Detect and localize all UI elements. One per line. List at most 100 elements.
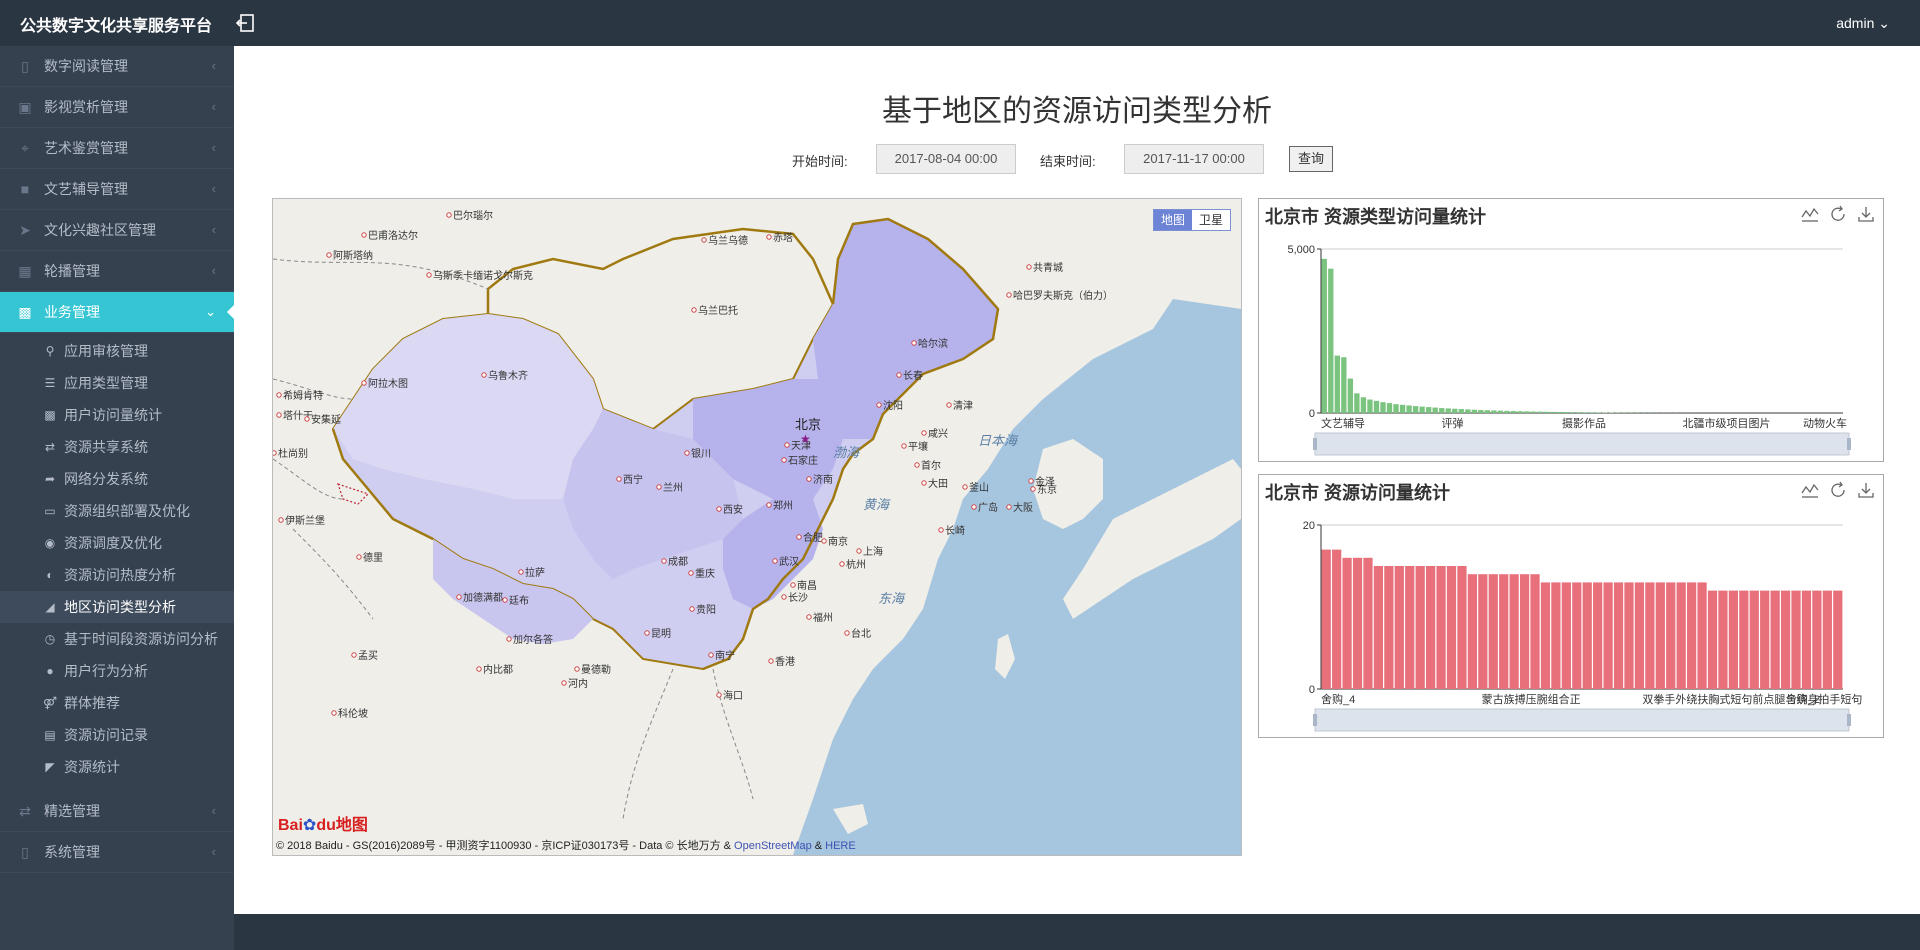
chart-bar[interactable] [1360,397,1367,413]
submenu-item[interactable]: ▩ 用户访问量统计 [0,399,234,431]
chart-bar[interactable] [1697,582,1707,689]
chart-bar[interactable] [1676,582,1686,689]
chart-bar[interactable] [1833,590,1843,689]
chart-bar[interactable] [1465,409,1471,413]
chart-bar[interactable] [1488,574,1498,689]
zoom-handle-right[interactable] [1847,438,1851,450]
chart-bar[interactable] [1655,582,1665,689]
chart-bar[interactable] [1458,409,1464,413]
chart-bar[interactable] [1801,590,1812,689]
user-menu[interactable]: admin ⌄ [1836,15,1890,32]
chart-bar[interactable] [1419,406,1425,413]
chart-bar[interactable] [1569,412,1575,413]
refresh-icon[interactable] [1829,481,1847,499]
sidebar-item-film[interactable]: ▣ 影视赏析管理 ‹ [0,87,234,128]
chart-bar[interactable] [1497,410,1504,413]
chart-bar[interactable] [1602,412,1608,413]
chart-bar[interactable] [1582,582,1592,689]
submenu-item[interactable]: ▭ 资源组织部署及优化 [0,495,234,527]
chart-bar[interactable] [1561,582,1571,689]
resource-access-bar-chart[interactable]: 0 20 舍购_4 蒙古族搏压腕组合正 双拳手外绕扶胸式短句前点腿与绕身拍手短句舍购_2 [1259,475,1883,737]
chart-bar[interactable] [1471,409,1477,413]
chart-bar[interactable] [1363,557,1373,689]
submenu-item[interactable]: ➦ 网络分发系统 [0,463,234,495]
chart-bar[interactable] [1624,582,1634,689]
chart-bar[interactable] [1405,566,1415,689]
chart-bar[interactable] [1780,590,1791,689]
sidebar-item-digital-reading[interactable]: ▯ 数字阅读管理 ‹ [0,46,234,87]
chart-bar[interactable] [1452,408,1458,413]
chart-bar[interactable] [1426,566,1436,689]
zoom-handle-right[interactable] [1847,714,1851,726]
chart-bar[interactable] [1334,355,1340,413]
chart-bar[interactable] [1491,410,1497,413]
chart-bar[interactable] [1589,412,1595,413]
chart-bar[interactable] [1484,410,1491,413]
chart-bar[interactable] [1530,411,1536,413]
sidebar-item-business[interactable]: ▩ 业务管理 ⌄ [0,292,235,333]
submenu-item[interactable]: ◐ 资源访问热度分析 [0,559,234,591]
chart-bar[interactable] [1739,590,1749,689]
chart-bar[interactable] [1549,411,1556,413]
sidebar-item-system[interactable]: ▯ 系统管理 ‹ [0,832,234,873]
chart-bar[interactable] [1432,407,1438,413]
here-link[interactable]: HERE [825,840,856,852]
chart-bar[interactable] [1478,409,1484,413]
chart-bar[interactable] [1523,411,1530,413]
submenu-item[interactable]: ◤ 资源统计 [0,751,234,783]
chart-bar[interactable] [1439,408,1445,413]
chart-bar[interactable] [1354,393,1360,413]
download-icon[interactable] [1857,481,1875,499]
chart-bar[interactable] [1332,549,1342,689]
submenu-item[interactable]: ● 用户行为分析 [0,655,234,687]
chart-bar[interactable] [1760,590,1770,689]
chart-bar[interactable] [1718,590,1728,689]
zoom-handle-left[interactable] [1313,714,1317,726]
chart-bar[interactable] [1543,411,1549,413]
chart-bar[interactable] [1509,574,1519,689]
chart-bar[interactable] [1749,590,1759,689]
sidebar-item-featured[interactable]: ⇄ 精选管理 ‹ [0,791,234,832]
chart-bar[interactable] [1822,590,1832,689]
chart-bar[interactable] [1457,566,1467,689]
chart-bar[interactable] [1530,574,1540,689]
chart-bar[interactable] [1347,378,1354,413]
chart-bar[interactable] [1603,582,1613,689]
chart-bar[interactable] [1728,590,1738,689]
satellite-mode-button[interactable]: 卫星 [1192,210,1230,230]
chart-bar[interactable] [1328,268,1334,413]
chart-bar[interactable] [1707,590,1718,689]
chart-bar[interactable] [1504,410,1510,413]
submenu-item[interactable]: ◉ 资源调度及优化 [0,527,234,559]
chart-bar[interactable] [1593,582,1603,689]
submenu-item[interactable]: ▤ 资源访问记录 [0,719,234,751]
chart-bar[interactable] [1595,412,1601,413]
chart-bar[interactable] [1556,411,1562,413]
chart-bar[interactable] [1342,557,1352,689]
chart-bar[interactable] [1321,549,1331,689]
chart-bar[interactable] [1380,402,1386,413]
chart-bar[interactable] [1394,566,1404,689]
chart-bar[interactable] [1582,412,1588,413]
submenu-item[interactable]: ◷ 基于时间段资源访问分析 [0,623,234,655]
chart-bar[interactable] [1519,574,1530,689]
chart-bar[interactable] [1770,590,1780,689]
chart-bar[interactable] [1393,404,1399,413]
chart-bar[interactable] [1613,582,1624,689]
data-zoom-slider[interactable] [1313,432,1851,456]
chart-bar[interactable] [1536,411,1543,413]
chart-bar[interactable] [1367,399,1373,413]
start-time-input[interactable]: 2017-08-04 00:00 [876,144,1016,174]
chart-bar[interactable] [1572,582,1582,689]
chart-bar[interactable] [1499,574,1509,689]
chart-bar[interactable] [1540,582,1551,689]
chart-bar[interactable] [1386,403,1393,413]
chart-bar[interactable] [1352,557,1363,689]
chart-bar[interactable] [1412,406,1419,413]
chart-bar[interactable] [1436,566,1446,689]
chart-bar[interactable] [1576,412,1582,413]
chart-bar[interactable] [1478,574,1488,689]
sidebar-item-art[interactable]: ⌖ 艺术鉴赏管理 ‹ [0,128,234,169]
region-map[interactable]: 巴尔瑙尔 巴甫洛达尔 乌斯季卡缅诺戈尔斯克 阿斯塔纳 乌兰乌德 赤塔 共青城 乌兰巴托 哈巴罗夫… [272,198,1242,856]
submenu-item[interactable]: ⇄ 资源共享系统 [0,431,234,463]
